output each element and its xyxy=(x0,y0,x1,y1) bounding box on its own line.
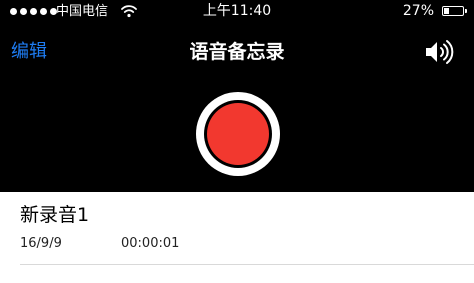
status-bar: 中国电信 上午11:40 27% xyxy=(0,0,474,26)
recording-date: 16/9/9 xyxy=(20,236,62,251)
battery-percent: 27% xyxy=(402,3,434,19)
divider xyxy=(20,264,474,265)
battery-icon xyxy=(442,6,467,16)
list-item[interactable]: 新录音1 16/9/9 00:00:01 xyxy=(0,192,474,264)
recordings-list: 新录音1 16/9/9 00:00:01 xyxy=(0,192,474,283)
navigation-bar: 编辑 语音备忘录 xyxy=(0,34,474,72)
battery-level xyxy=(444,8,449,14)
record-button[interactable] xyxy=(196,92,280,176)
record-button-ring xyxy=(204,100,272,168)
record-icon xyxy=(207,103,269,165)
recording-name: 新录音1 xyxy=(20,204,90,226)
page-title: 语音备忘录 xyxy=(189,41,285,63)
voice-memos-screen: 中国电信 上午11:40 27% 编辑 语音备忘录 新录音1 16/9/9 00… xyxy=(0,0,474,283)
recording-duration: 00:00:01 xyxy=(121,236,180,251)
speaker-icon[interactable] xyxy=(424,38,454,66)
